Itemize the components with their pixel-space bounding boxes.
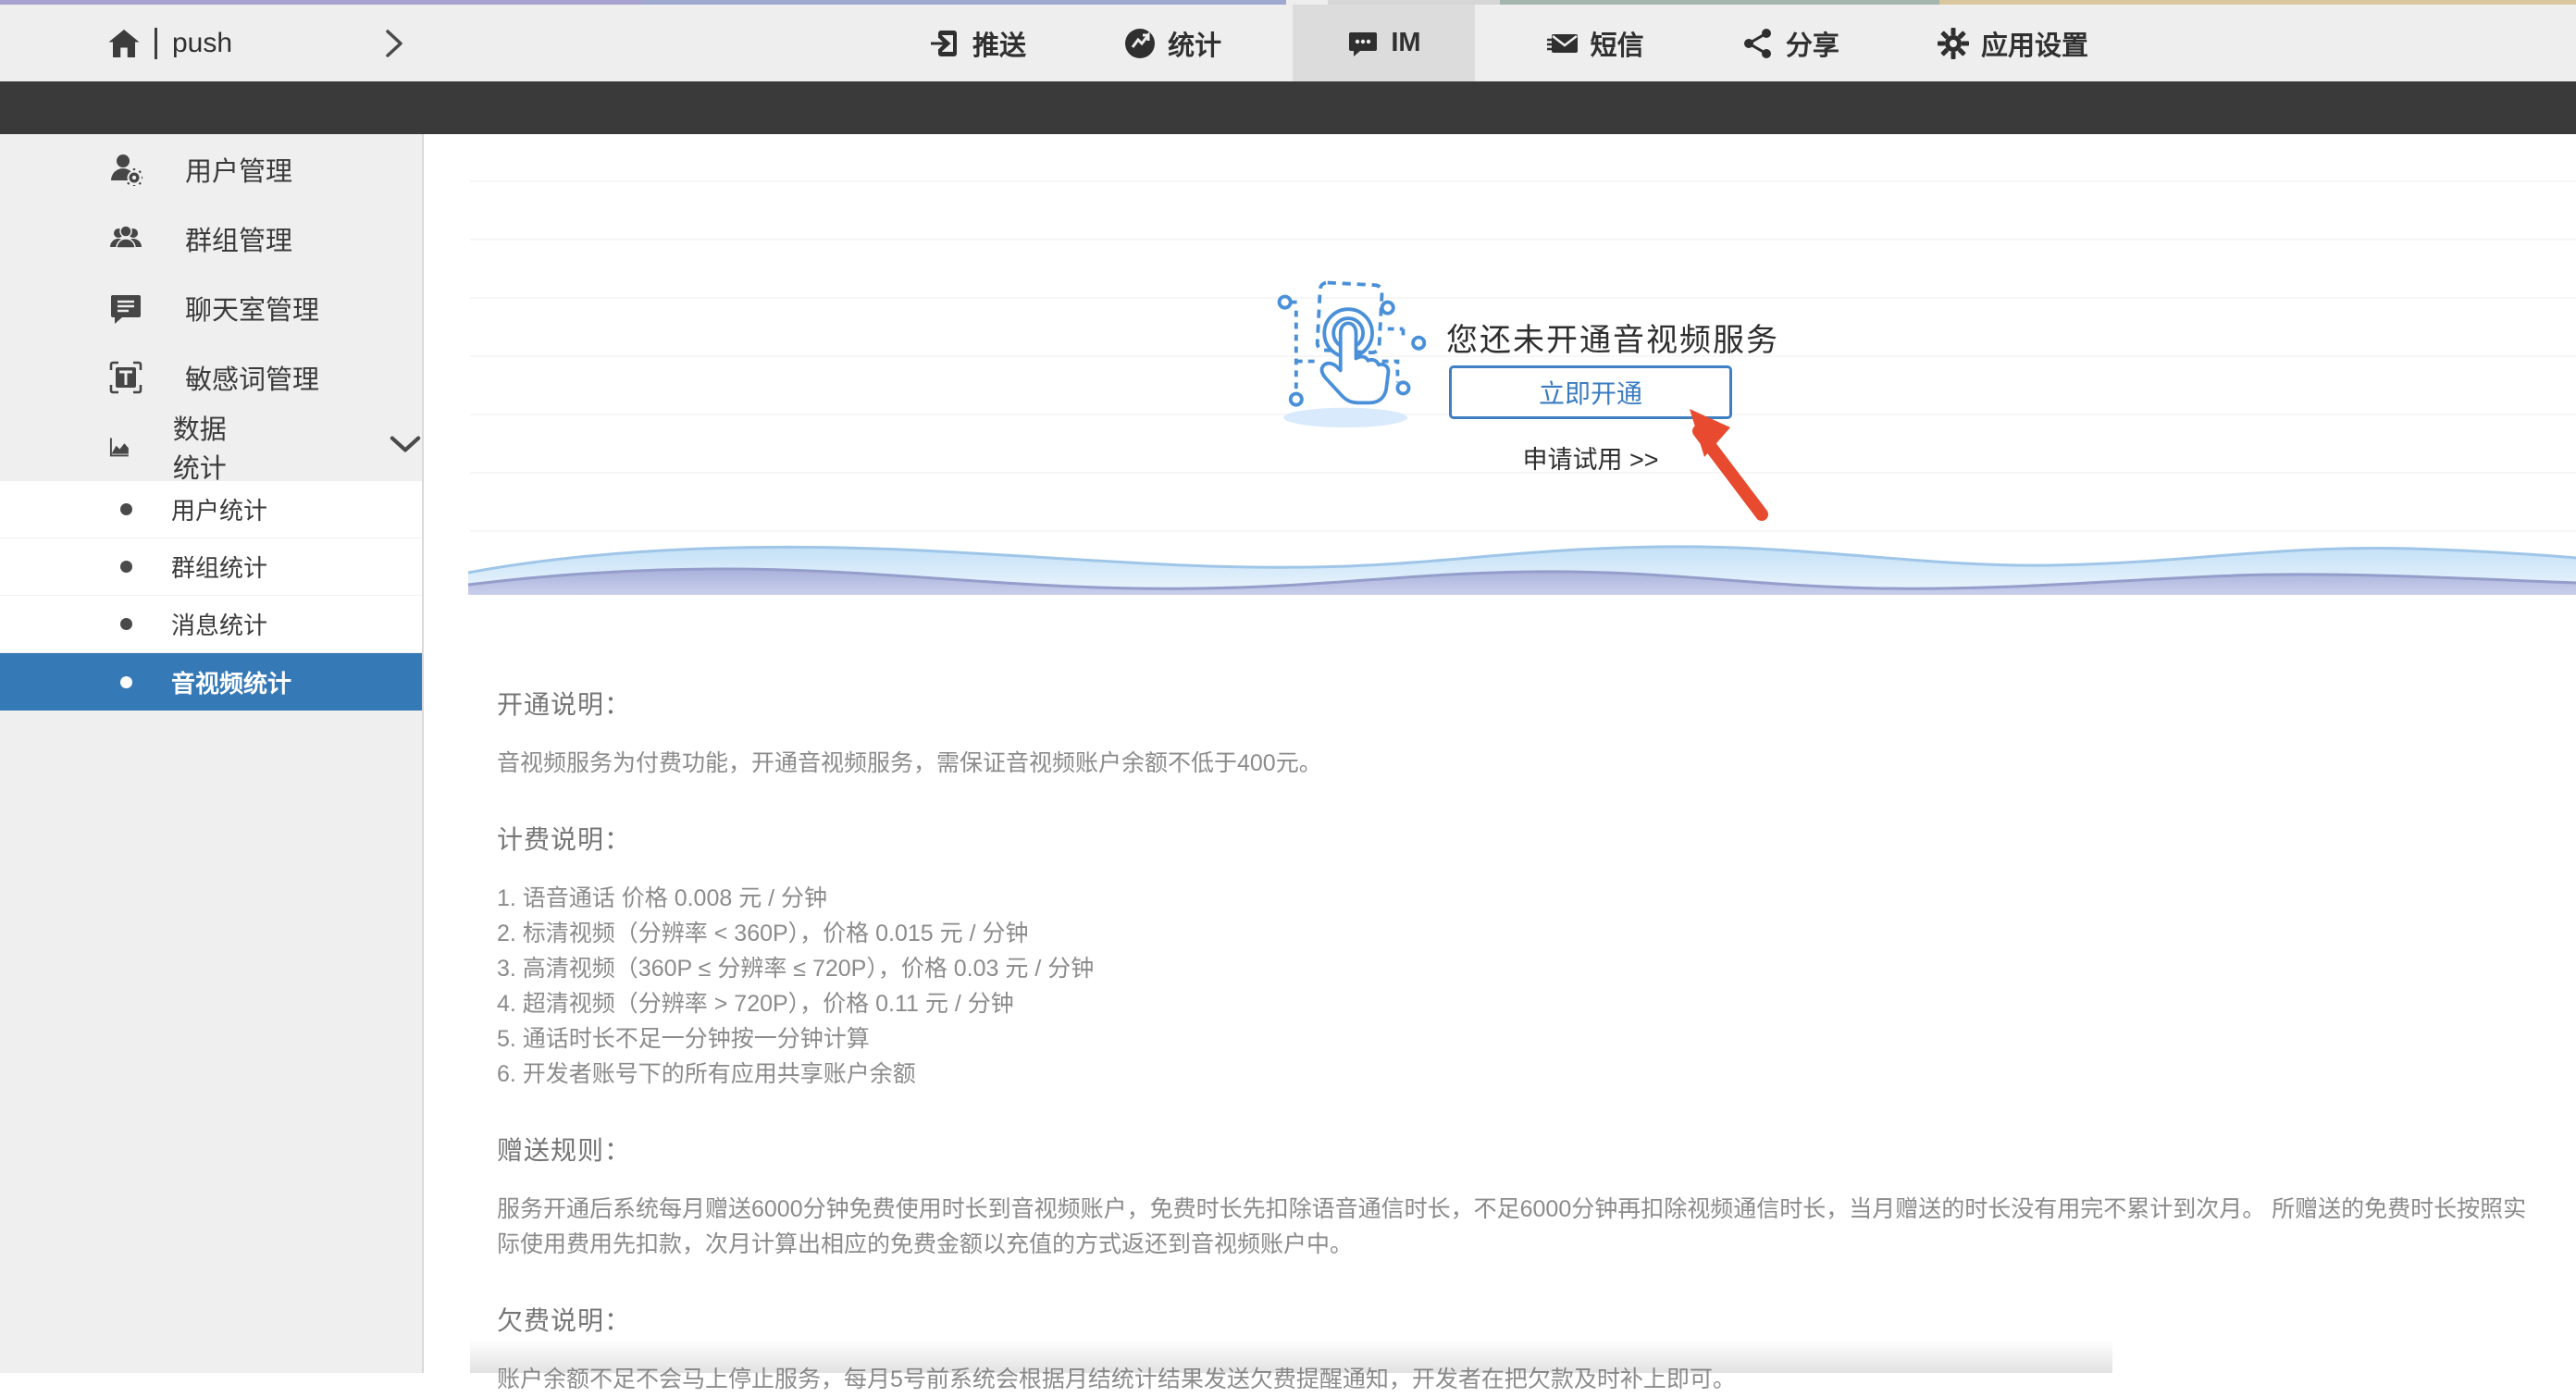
breadcrumb: push [106, 5, 232, 81]
subitem-label: 音视频统计 [171, 665, 291, 699]
bullet-icon [120, 676, 132, 688]
billing-item: 1. 语音通话 价格 0.008 元 / 分钟 [497, 881, 2546, 916]
topbar: push 推送 统计 [0, 0, 2576, 81]
tab-label: 推送 [972, 24, 1026, 63]
tab-sms[interactable]: 短信 [1520, 5, 1670, 81]
sidebar-item-label: 数据统计 [173, 408, 241, 486]
billing-item: 4. 超清视频（分辨率 > 720P），价格 0.11 元 / 分钟 [497, 986, 2546, 1021]
billing-item: 2. 标清视频（分辨率 < 360P），价格 0.015 元 / 分钟 [497, 916, 2546, 951]
sidebar-item-label: 聊天室管理 [185, 289, 319, 328]
share-icon [1741, 27, 1775, 60]
home-icon[interactable] [106, 27, 142, 60]
top-nav: 推送 统计 IM [902, 5, 2114, 81]
console-page: push 推送 统计 [0, 0, 2576, 1373]
bottom-shadow [470, 1340, 2112, 1373]
sidebar-item-chatroom-management[interactable]: 聊天室管理 [0, 273, 422, 342]
brand-divider [155, 28, 157, 59]
activation-body: 音视频服务为付费功能，开通音视频服务，需保证音视频账户余额不低于400元。 [497, 746, 2546, 781]
subitem-label: 消息统计 [171, 607, 267, 641]
sms-icon [1546, 27, 1579, 60]
sidebar-item-label: 群组管理 [185, 219, 292, 258]
im-icon [1346, 27, 1380, 60]
sidebar-item-user-management[interactable]: 用户管理 [0, 134, 422, 204]
sidebar-item-group-management[interactable]: 群组管理 [0, 204, 422, 273]
section-heading-gift: 赠送规则： [497, 1131, 2546, 1168]
sidebar-item-sensitive-words[interactable]: 敏感词管理 [0, 342, 422, 412]
billing-item: 6. 开发者账号下的所有应用共享账户余额 [497, 1057, 2546, 1092]
sidebar-subitem-message-statistics[interactable]: 消息统计 [0, 596, 422, 653]
stats-icon [1123, 27, 1157, 60]
data-stats-icon [109, 430, 130, 464]
service-description: 开通说明： 音视频服务为付费功能，开通音视频服务，需保证音视频账户余额不低于40… [497, 685, 2546, 1397]
tab-share[interactable]: 分享 [1715, 5, 1865, 81]
sensitive-word-icon [109, 361, 142, 394]
user-manage-icon [109, 153, 142, 186]
section-heading-billing: 计费说明： [497, 820, 2546, 857]
sidebar-item-data-statistics[interactable]: 数据统计 [0, 412, 422, 481]
hero-title: 您还未开通音视频服务 [1446, 315, 1779, 360]
sidebar-subitem-group-statistics[interactable]: 群组统计 [0, 538, 422, 596]
tab-im[interactable]: IM [1293, 5, 1474, 81]
gift-body: 服务开通后系统每月赠送6000分钟免费使用时长到音视频账户，免费时长先扣除语音通… [497, 1192, 2546, 1262]
subitem-label: 群组统计 [171, 550, 267, 584]
red-arrow-annotation [1682, 407, 1784, 527]
sidebar-item-label: 敏感词管理 [185, 358, 319, 397]
billing-item: 5. 通话时长不足一分钟按一分钟计算 [497, 1021, 2546, 1057]
tab-label: 分享 [1786, 24, 1839, 63]
sidebar-item-label: 用户管理 [185, 150, 292, 189]
tab-app-settings[interactable]: 应用设置 [1911, 5, 2114, 81]
top-accent-segment [0, 0, 641, 5]
tab-label: 统计 [1168, 24, 1221, 63]
sub-header-bar [0, 81, 2576, 134]
section-heading-activation: 开通说明： [497, 685, 2546, 722]
gear-icon [1937, 27, 1970, 60]
statistics-submenu: 用户统计 群组统计 消息统计 音视频统计 [0, 481, 422, 711]
chevron-right-icon[interactable] [384, 5, 404, 81]
bullet-icon [120, 618, 132, 630]
tab-label: 应用设置 [1981, 24, 2088, 63]
bullet-icon [120, 503, 132, 515]
bullet-icon [120, 561, 132, 573]
tab-label: 短信 [1591, 24, 1644, 63]
sidebar: 用户管理 群组管理 聊天室管理 敏感词管理 [0, 134, 424, 1373]
wave-decoration [468, 541, 2576, 595]
tab-push[interactable]: 推送 [902, 5, 1052, 81]
tab-stats[interactable]: 统计 [1097, 5, 1247, 81]
push-icon [928, 27, 961, 60]
sidebar-subitem-av-statistics[interactable]: 音视频统计 [0, 653, 422, 711]
subitem-label: 用户统计 [171, 492, 267, 526]
group-manage-icon [109, 222, 142, 255]
billing-item: 3. 高清视频（360P ≤ 分辨率 ≤ 720P），价格 0.03 元 / 分… [497, 951, 2546, 986]
section-heading-arrears: 欠费说明： [497, 1301, 2546, 1338]
chevron-down-icon [279, 427, 422, 465]
tab-label: IM [1391, 28, 1420, 58]
main-content: 您还未开通音视频服务 立即开通 申请试用 >> 开通说明： [424, 134, 2576, 1373]
background-gridlines [470, 180, 2576, 543]
app-name: push [172, 28, 232, 59]
tap-activate-icon [1275, 278, 1437, 430]
chatroom-manage-icon [109, 291, 142, 325]
sidebar-subitem-user-statistics[interactable]: 用户统计 [0, 481, 422, 538]
